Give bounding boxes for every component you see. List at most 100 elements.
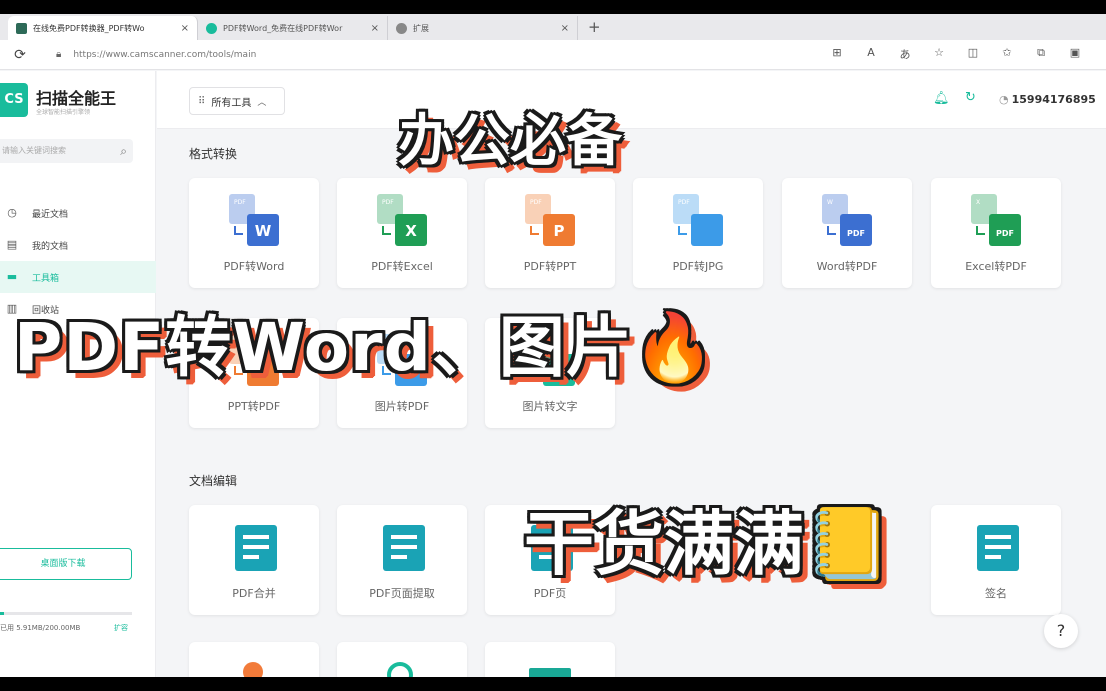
user-account[interactable]: ◔ 15994176895 xyxy=(999,93,1096,106)
bottom-black-bar xyxy=(0,677,1106,691)
tool-card-5[interactable]: X PDF Excel转PDF xyxy=(931,178,1061,288)
star-icon[interactable]: ☆ xyxy=(930,46,948,62)
all-tools-dropdown[interactable]: ⠿ 所有工具 ︿ xyxy=(189,87,285,115)
search-placeholder: 请输入关键词搜索 xyxy=(2,146,66,155)
svg-text:PDF: PDF xyxy=(847,229,865,238)
reload-icon[interactable]: ⟳ xyxy=(0,47,40,63)
search-icon[interactable]: ⌕ xyxy=(120,139,127,163)
section-title-edit: 文档编辑 xyxy=(189,474,238,488)
storage-progress-fill xyxy=(0,612,4,615)
edit-tool-icon xyxy=(967,519,1027,577)
top-black-bar xyxy=(0,0,1106,14)
extension-favicon-icon xyxy=(396,22,407,34)
tool-label: PDF转Excel xyxy=(371,260,433,273)
brand-tagline: 全球智能扫描引擎领 xyxy=(36,109,91,116)
tool-label: PPT转PDF xyxy=(227,400,281,413)
svg-text:P: P xyxy=(554,222,565,240)
tab-title: PDF转Word_免费在线PDF转Wor xyxy=(223,23,343,33)
conversion-icon: PDF X xyxy=(373,192,433,250)
edit-tool-card-1[interactable]: PDF页面提取 xyxy=(337,505,467,615)
bell-icon[interactable]: 🔔︎ xyxy=(933,91,950,106)
conversion-icon: W PDF xyxy=(818,192,878,250)
close-tab-icon[interactable]: × xyxy=(371,23,379,34)
tool-card-3[interactable]: PDF PDF转JPG xyxy=(633,178,763,288)
document-icon: ▤ xyxy=(6,238,18,251)
translate-icon[interactable]: あ xyxy=(896,46,914,62)
sync-icon[interactable]: ↻ xyxy=(965,90,976,105)
lock-icon[interactable]: 🔒︎ xyxy=(56,49,61,60)
edit-tool-card-0[interactable]: PDF合并 xyxy=(189,505,319,615)
close-tab-icon[interactable]: × xyxy=(181,23,189,34)
account-number: 15994176895 xyxy=(1011,93,1096,106)
svg-text:PDF: PDF xyxy=(530,199,542,206)
all-tools-label: 所有工具 xyxy=(211,97,252,109)
sidebar-item-label: 我的文档 xyxy=(32,241,69,252)
tab-pdf-to-word[interactable]: PDF转Word_免费在线PDF转Wor × xyxy=(198,16,388,40)
tool-label: 签名 xyxy=(985,587,1007,600)
tool-card-partial[interactable] xyxy=(189,642,319,682)
storage-usage: 已用 5.91MB/200.00MB xyxy=(0,624,81,632)
conversion-icon: PDF W xyxy=(225,192,285,250)
read-aloud-icon[interactable]: A xyxy=(862,46,880,62)
sidebar-item-my-docs[interactable]: ▤ 我的文档 xyxy=(0,229,156,261)
tool-card-0[interactable]: PDF W PDF转Word xyxy=(189,178,319,288)
sidebar-item-toolbox[interactable]: ▬ 工具箱 xyxy=(0,261,156,293)
svg-text:W: W xyxy=(827,199,833,206)
toolbox-icon: ▬ xyxy=(6,270,18,283)
help-button[interactable]: ? xyxy=(1044,614,1078,648)
overlay-caption-title: 办公必备 xyxy=(398,109,622,174)
tool-label: 图片转文字 xyxy=(522,400,578,413)
svg-text:PDF: PDF xyxy=(996,229,1014,238)
svg-text:X: X xyxy=(405,222,417,240)
browser-toolbar-icons: ⊞ A あ ☆ ◫ ✩ ⧉ ▣ xyxy=(828,46,1084,62)
edit-tool-icon xyxy=(373,519,433,577)
sidebar-item-recent[interactable]: ◷ 最近文档 xyxy=(0,197,156,229)
svg-text:X: X xyxy=(976,199,980,206)
tool-card-4[interactable]: W PDF Word转PDF xyxy=(782,178,912,288)
tool-label: PDF转Word xyxy=(223,260,285,273)
svg-text:PDF: PDF xyxy=(234,199,246,206)
collections-icon[interactable]: ▣ xyxy=(1066,46,1084,62)
sidebar-item-label: 工具箱 xyxy=(32,273,60,284)
overlay-caption-footer: 干货满满📒 xyxy=(524,503,892,585)
tool-card-partial[interactable] xyxy=(337,642,467,688)
camscanner-favicon-icon xyxy=(16,22,27,34)
tab-title: 在线免费PDF转换器_PDF转Wo xyxy=(33,23,145,33)
sidebar-item-label: 最近文档 xyxy=(32,209,69,220)
tool-label: 图片转PDF xyxy=(374,400,430,413)
brand-name: 扫描全能王 xyxy=(36,89,117,108)
tool-card-1[interactable]: PDF X PDF转Excel xyxy=(337,178,467,288)
new-tab-button[interactable]: + xyxy=(578,16,611,40)
clock-icon: ◷ xyxy=(7,206,17,219)
favorites-icon[interactable]: ✩ xyxy=(998,46,1016,62)
close-tab-icon[interactable]: × xyxy=(561,23,569,34)
svg-text:PDF: PDF xyxy=(382,199,394,206)
pdf-favicon-icon xyxy=(206,22,217,34)
split-icon[interactable]: ◫ xyxy=(964,46,982,62)
svg-text:PDF: PDF xyxy=(678,199,690,206)
tab-camscanner-tools[interactable]: 在线免费PDF转换器_PDF转Wo × xyxy=(8,16,198,40)
extensions-icon[interactable]: ⧉ xyxy=(1032,46,1050,62)
user-avatar-icon: ◔ xyxy=(999,93,1009,106)
tool-label: Excel转PDF xyxy=(965,260,1027,273)
grid-icon: ⠿ xyxy=(198,95,206,107)
tool-label: PDF合并 xyxy=(232,587,276,600)
url-field[interactable]: https://www.camscanner.com/tools/main xyxy=(73,50,256,60)
overlay-caption-subtitle: PDF转Word、图片🔥 xyxy=(14,309,717,386)
search-input[interactable]: 请输入关键词搜索 ⌕ xyxy=(0,139,133,163)
storage-progress-bar xyxy=(0,612,132,615)
expand-storage-link[interactable]: 扩容 xyxy=(114,623,128,633)
tab-extensions[interactable]: 扩展 × xyxy=(388,16,578,40)
tool-card-partial[interactable] xyxy=(485,642,615,682)
tool-card-2[interactable]: PDF P PDF转PPT xyxy=(485,178,615,288)
tool-label: PDF页面提取 xyxy=(369,587,435,600)
svg-text:W: W xyxy=(255,222,272,240)
section-title-format: 格式转换 xyxy=(189,147,238,161)
browser-tab-strip: 在线免费PDF转换器_PDF转Wo × PDF转Word_免费在线PDF转Wor… xyxy=(0,14,1106,40)
conversion-icon: PDF xyxy=(669,192,729,250)
grid-icon[interactable]: ⊞ xyxy=(828,46,846,62)
desktop-download-button[interactable]: 桌面版下载 xyxy=(0,548,132,580)
camscanner-logo[interactable]: CS xyxy=(0,83,28,117)
edit-tool-card-3[interactable]: 签名 xyxy=(931,505,1061,615)
edit-tool-icon xyxy=(225,519,285,577)
